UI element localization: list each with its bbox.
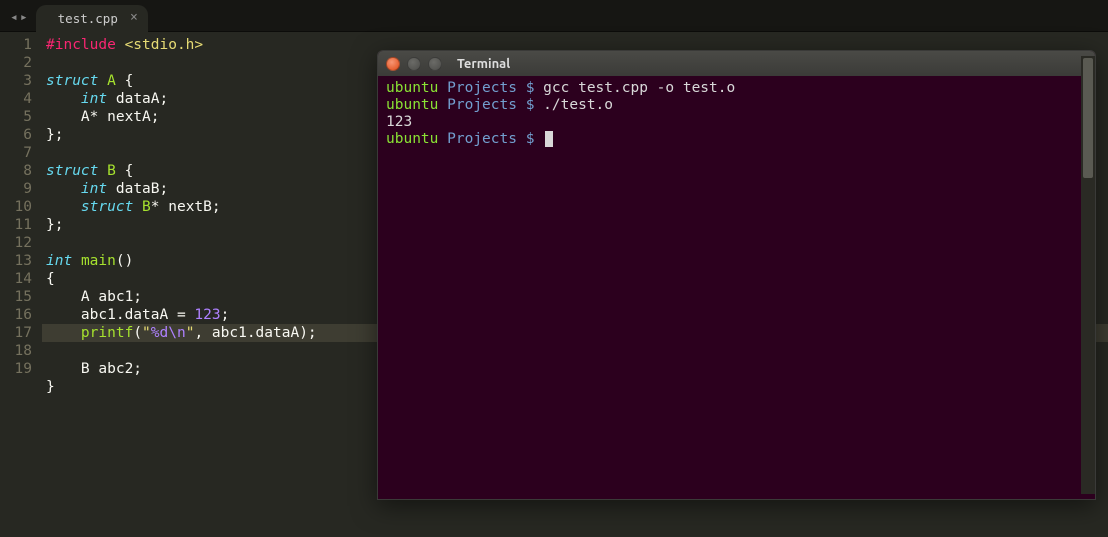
code-line[interactable]: }; [46, 127, 63, 143]
line-number: 7 [0, 144, 32, 162]
tab-label: test.cpp [58, 11, 118, 26]
line-number: 4 [0, 90, 32, 108]
line-number: 8 [0, 162, 32, 180]
terminal-prompt-line: ubuntu Projects $ ./test.o [386, 97, 1087, 114]
code-line[interactable]: struct A { [46, 73, 133, 89]
terminal-prompt-line: ubuntu Projects $ [386, 131, 1087, 148]
scrollbar-thumb[interactable] [1083, 58, 1093, 178]
line-number: 3 [0, 72, 32, 90]
terminal-prompt-line: ubuntu Projects $ gcc test.cpp -o test.o [386, 80, 1087, 97]
code-line[interactable]: }; [46, 217, 63, 233]
window-close-icon[interactable] [386, 57, 400, 71]
terminal-title: Terminal [457, 57, 510, 71]
tab-bar: ◂ ▸ test.cpp × [0, 0, 1108, 32]
line-number: 15 [0, 288, 32, 306]
code-line[interactable]: #include <stdio.h> [46, 37, 203, 53]
code-line[interactable]: abc1.dataA = 123; [46, 307, 229, 323]
line-number: 5 [0, 108, 32, 126]
line-gutter: 12345678910111213141516171819 [0, 32, 42, 537]
line-number: 12 [0, 234, 32, 252]
terminal-body[interactable]: ubuntu Projects $ gcc test.cpp -o test.o… [378, 76, 1095, 152]
code-line[interactable]: { [46, 271, 55, 287]
code-line[interactable]: int main() [46, 253, 133, 269]
code-line[interactable]: int dataB; [46, 181, 168, 197]
line-number: 9 [0, 180, 32, 198]
line-number: 19 [0, 360, 32, 378]
code-line[interactable]: A abc1; [46, 289, 142, 305]
tab-close-icon[interactable]: × [130, 11, 138, 24]
tab-nav-right-icon[interactable]: ▸ [20, 10, 28, 25]
line-number: 18 [0, 342, 32, 360]
app-root: ◂ ▸ test.cpp × 1234567891011121314151617… [0, 0, 1108, 537]
window-minimize-icon[interactable] [407, 57, 421, 71]
line-number: 16 [0, 306, 32, 324]
window-maximize-icon[interactable] [428, 57, 442, 71]
code-line[interactable]: struct B { [46, 163, 133, 179]
terminal-scrollbar[interactable] [1081, 56, 1095, 494]
tab-nav-arrows: ◂ ▸ [6, 10, 36, 31]
code-line[interactable]: int dataA; [46, 91, 168, 107]
terminal-cursor [545, 131, 553, 147]
line-number: 17 [0, 324, 32, 342]
line-number: 11 [0, 216, 32, 234]
line-number: 13 [0, 252, 32, 270]
line-number: 2 [0, 54, 32, 72]
line-number: 14 [0, 270, 32, 288]
code-line[interactable]: B abc2; [46, 361, 142, 377]
tab-nav-left-icon[interactable]: ◂ [10, 10, 18, 25]
terminal-output-line: 123 [386, 114, 1087, 131]
terminal-window[interactable]: Terminal ubuntu Projects $ gcc test.cpp … [377, 50, 1096, 500]
line-number: 10 [0, 198, 32, 216]
tab-active[interactable]: test.cpp × [36, 5, 148, 32]
terminal-titlebar[interactable]: Terminal [378, 51, 1095, 76]
code-line[interactable]: } [46, 379, 55, 395]
line-number: 6 [0, 126, 32, 144]
code-line[interactable]: A* nextA; [46, 109, 160, 125]
code-line[interactable]: struct B* nextB; [46, 199, 221, 215]
line-number: 1 [0, 36, 32, 54]
